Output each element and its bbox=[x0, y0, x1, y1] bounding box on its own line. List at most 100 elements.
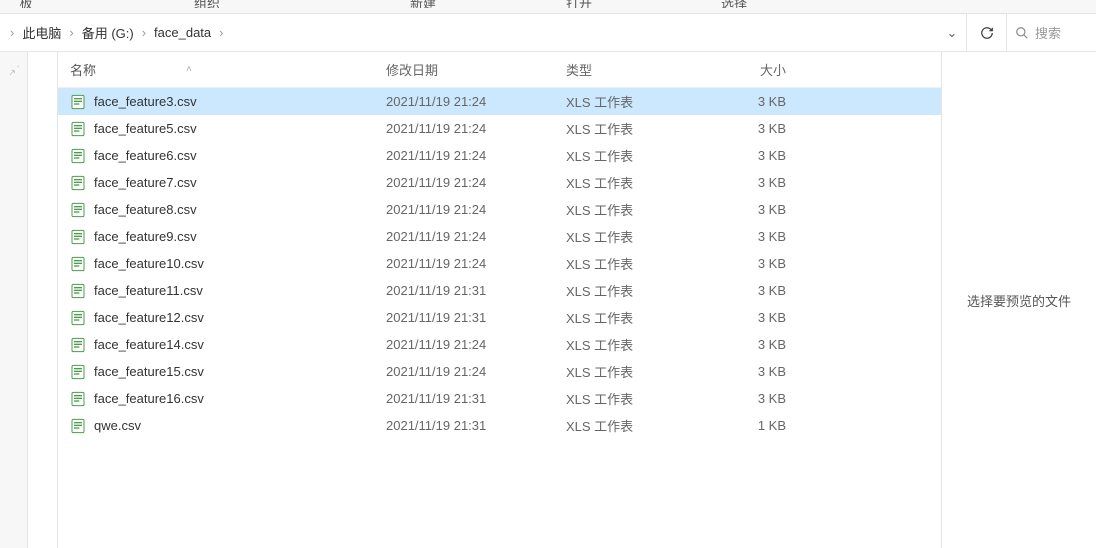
chevron-right-icon: › bbox=[140, 25, 148, 40]
file-name-cell: face_feature3.csv bbox=[58, 94, 378, 110]
csv-file-icon bbox=[70, 256, 86, 272]
file-type-cell: XLS 工作表 bbox=[558, 119, 708, 138]
table-row[interactable]: qwe.csv2021/11/19 21:31XLS 工作表1 KB bbox=[58, 412, 941, 439]
csv-file-icon bbox=[70, 202, 86, 218]
sort-asc-icon: ˄ bbox=[186, 64, 192, 75]
table-row[interactable]: face_feature12.csv 2021/11/19 21:31XLS 工作… bbox=[58, 304, 941, 331]
nav-tree[interactable] bbox=[28, 52, 58, 548]
file-date-cell: 2021/11/19 21:31 bbox=[378, 283, 558, 298]
column-header-date[interactable]: 修改日期 bbox=[378, 60, 558, 79]
file-size-cell: 3 KB bbox=[708, 310, 798, 325]
chevron-right-icon: › bbox=[217, 25, 225, 40]
file-name: qwe.csv bbox=[94, 418, 141, 433]
file-name-cell: qwe.csv bbox=[58, 418, 378, 434]
file-type-cell: XLS 工作表 bbox=[558, 362, 708, 381]
file-type-cell: XLS 工作表 bbox=[558, 281, 708, 300]
nav-strip bbox=[0, 52, 28, 548]
breadcrumb-item[interactable]: 备用 (G:) bbox=[76, 23, 140, 42]
table-row[interactable]: face_feature10.csv 2021/11/19 21:24XLS 工作… bbox=[58, 250, 941, 277]
csv-file-icon bbox=[70, 175, 86, 191]
csv-file-icon bbox=[70, 94, 86, 110]
chevron-right-icon: › bbox=[8, 25, 16, 40]
file-type-cell: XLS 工作表 bbox=[558, 308, 708, 327]
table-row[interactable]: face_feature5.csv 2021/11/19 21:24XLS 工作表… bbox=[58, 115, 941, 142]
file-name: face_feature15.csv bbox=[94, 364, 204, 379]
file-date-cell: 2021/11/19 21:31 bbox=[378, 310, 558, 325]
file-name-cell: face_feature11.csv bbox=[58, 283, 378, 299]
file-date-cell: 2021/11/19 21:24 bbox=[378, 148, 558, 163]
ribbon-tab[interactable]: 新建 bbox=[362, 0, 484, 8]
breadcrumb-item[interactable]: 此电脑 bbox=[16, 23, 67, 42]
file-name: face_feature10.csv bbox=[94, 256, 204, 271]
search-placeholder: 搜索 bbox=[1035, 23, 1061, 42]
breadcrumb[interactable]: › 此电脑 › 备用 (G:) › face_data › bbox=[0, 14, 938, 51]
column-header-type[interactable]: 类型 bbox=[558, 60, 708, 79]
file-size-cell: 3 KB bbox=[708, 391, 798, 406]
column-header-name[interactable]: 名称 ˄ bbox=[58, 60, 378, 79]
csv-file-icon bbox=[70, 337, 86, 353]
column-headers: 名称 ˄ 修改日期 类型 大小 bbox=[58, 52, 941, 88]
chevron-down-icon: ⌄ bbox=[947, 25, 958, 40]
file-name: face_feature8.csv bbox=[94, 202, 197, 217]
file-size-cell: 3 KB bbox=[708, 94, 798, 109]
column-header-size[interactable]: 大小 bbox=[708, 60, 798, 79]
file-name-cell: face_feature14.csv bbox=[58, 337, 378, 353]
file-date-cell: 2021/11/19 21:24 bbox=[378, 364, 558, 379]
file-name: face_feature6.csv bbox=[94, 148, 197, 163]
dropdown-button[interactable]: ⌄ bbox=[938, 25, 966, 41]
breadcrumb-item[interactable]: face_data bbox=[148, 25, 217, 40]
file-date-cell: 2021/11/19 21:24 bbox=[378, 202, 558, 217]
file-type-cell: XLS 工作表 bbox=[558, 173, 708, 192]
file-type-cell: XLS 工作表 bbox=[558, 416, 708, 435]
table-row[interactable]: face_feature14.csv2021/11/19 21:24XLS 工作… bbox=[58, 331, 941, 358]
file-name: face_feature12.csv bbox=[94, 310, 204, 325]
file-name: face_feature9.csv bbox=[94, 229, 197, 244]
file-name-cell: face_feature6.csv bbox=[58, 148, 378, 164]
file-name: face_feature11.csv bbox=[94, 283, 203, 298]
table-row[interactable]: face_feature11.csv 2021/11/19 21:31XLS 工作… bbox=[58, 277, 941, 304]
file-name-cell: face_feature16.csv bbox=[58, 391, 378, 407]
refresh-icon bbox=[980, 26, 994, 40]
file-type-cell: XLS 工作表 bbox=[558, 254, 708, 273]
table-row[interactable]: face_feature16.csv2021/11/19 21:31XLS 工作… bbox=[58, 385, 941, 412]
table-row[interactable]: face_feature8.csv 2021/11/19 21:24XLS 工作表… bbox=[58, 196, 941, 223]
file-size-cell: 3 KB bbox=[708, 364, 798, 379]
file-date-cell: 2021/11/19 21:31 bbox=[378, 418, 558, 433]
file-name-cell: face_feature10.csv bbox=[58, 256, 378, 272]
main-area: 名称 ˄ 修改日期 类型 大小 face_feature3.csv2021/11… bbox=[0, 52, 1096, 548]
ribbon-tab[interactable]: 选择 bbox=[674, 0, 794, 8]
file-list: 名称 ˄ 修改日期 类型 大小 face_feature3.csv2021/11… bbox=[58, 52, 941, 548]
search-icon bbox=[1015, 26, 1029, 40]
file-date-cell: 2021/11/19 21:24 bbox=[378, 337, 558, 352]
file-date-cell: 2021/11/19 21:24 bbox=[378, 256, 558, 271]
table-row[interactable]: face_feature7.csv2021/11/19 21:24XLS 工作表… bbox=[58, 169, 941, 196]
file-size-cell: 3 KB bbox=[708, 229, 798, 244]
file-date-cell: 2021/11/19 21:24 bbox=[378, 175, 558, 190]
file-type-cell: XLS 工作表 bbox=[558, 200, 708, 219]
pin-icon[interactable] bbox=[7, 62, 21, 79]
file-name: face_feature14.csv bbox=[94, 337, 204, 352]
table-row[interactable]: face_feature6.csv2021/11/19 21:24XLS 工作表… bbox=[58, 142, 941, 169]
file-date-cell: 2021/11/19 21:31 bbox=[378, 391, 558, 406]
file-size-cell: 3 KB bbox=[708, 256, 798, 271]
table-row[interactable]: face_feature15.csv 2021/11/19 21:24XLS 工作… bbox=[58, 358, 941, 385]
csv-file-icon bbox=[70, 121, 86, 137]
file-date-cell: 2021/11/19 21:24 bbox=[378, 121, 558, 136]
ribbon-tab[interactable]: 组织 bbox=[52, 0, 362, 8]
file-name: face_feature16.csv bbox=[94, 391, 204, 406]
search-input[interactable]: 搜索 bbox=[1006, 14, 1096, 51]
file-size-cell: 3 KB bbox=[708, 202, 798, 217]
table-row[interactable]: face_feature9.csv2021/11/19 21:24XLS 工作表… bbox=[58, 223, 941, 250]
file-size-cell: 3 KB bbox=[708, 283, 798, 298]
file-name-cell: face_feature15.csv bbox=[58, 364, 378, 380]
csv-file-icon bbox=[70, 283, 86, 299]
file-name: face_feature5.csv bbox=[94, 121, 197, 136]
file-size-cell: 3 KB bbox=[708, 121, 798, 136]
table-row[interactable]: face_feature3.csv2021/11/19 21:24XLS 工作表… bbox=[58, 88, 941, 115]
ribbon-tab[interactable]: 打开 bbox=[484, 0, 674, 8]
address-bar: › 此电脑 › 备用 (G:) › face_data › ⌄ 搜索 bbox=[0, 14, 1096, 52]
refresh-button[interactable] bbox=[966, 14, 1006, 51]
column-header-label: 名称 bbox=[70, 60, 96, 79]
ribbon-tab[interactable]: 板 bbox=[0, 0, 52, 8]
file-name: face_feature3.csv bbox=[94, 94, 197, 109]
